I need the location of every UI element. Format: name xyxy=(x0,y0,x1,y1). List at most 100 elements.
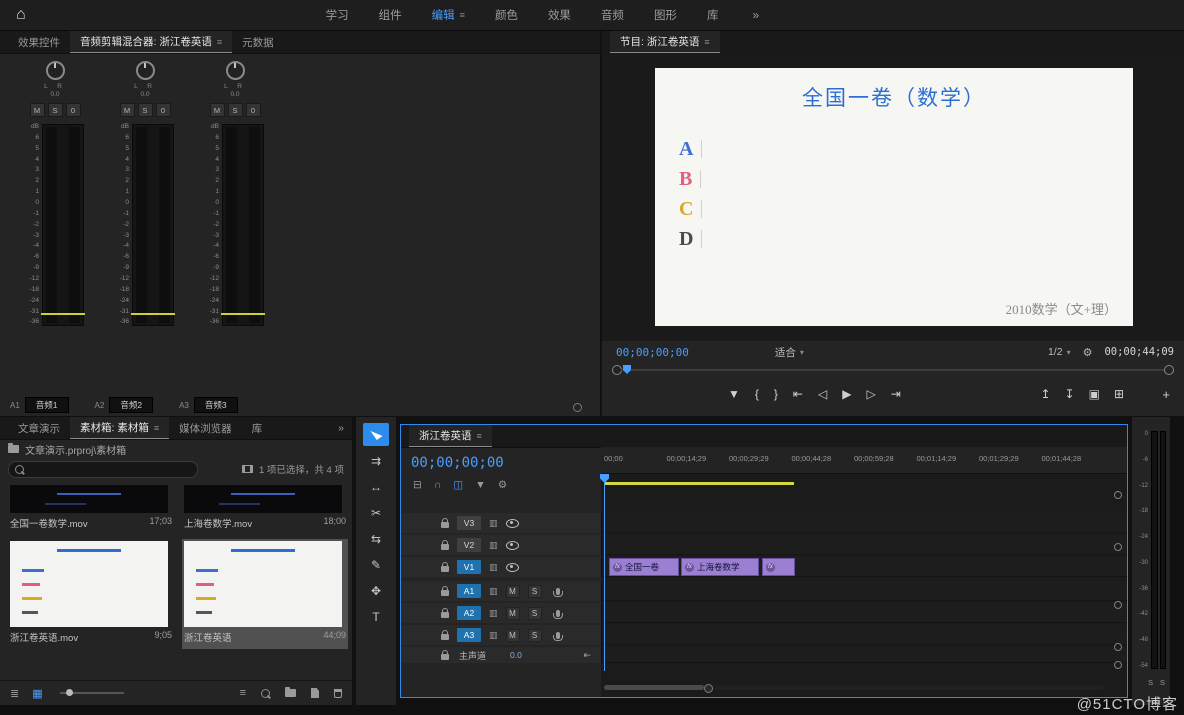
program-current-timecode[interactable]: 00;00;00;00 xyxy=(616,346,689,359)
scrollbar-dot[interactable] xyxy=(1114,643,1122,651)
tab-program-monitor[interactable]: 节目: 浙江卷英语 ≡ xyxy=(610,31,720,53)
go-to-out-button[interactable]: ⇥ xyxy=(891,387,901,401)
bin-item[interactable]: 全国一卷数学.mov 17;03 xyxy=(8,483,174,531)
mute-button[interactable]: M xyxy=(210,103,225,117)
workspace-tab-effects[interactable]: 效果 xyxy=(548,7,571,23)
sort-icons-button[interactable]: ≡ xyxy=(240,687,246,699)
scrollbar-dot[interactable] xyxy=(1114,543,1122,551)
scrollbar-dot[interactable] xyxy=(1114,601,1122,609)
panel-menu-icon[interactable]: ≡ xyxy=(477,431,482,441)
timeline-settings-button[interactable]: ⚙ xyxy=(498,479,507,491)
solo-button[interactable]: S xyxy=(48,103,63,117)
panel-menu-icon[interactable]: ≡ xyxy=(154,423,159,433)
workspace-overflow-icon[interactable]: » xyxy=(752,8,759,22)
lock-icon[interactable] xyxy=(441,522,449,528)
clip-thumbnail[interactable] xyxy=(184,485,342,513)
sync-lock-icon[interactable]: ▥ xyxy=(489,518,498,529)
record-keyframe-button[interactable]: 0 xyxy=(156,103,171,117)
scrollbar-dot[interactable] xyxy=(573,403,582,412)
tab-sequence[interactable]: 浙江卷英语 ≡ xyxy=(409,425,492,447)
tab-effect-controls[interactable]: 效果控件 xyxy=(8,31,70,53)
track-mute-button[interactable]: M xyxy=(506,629,520,642)
zoom-slider-handle[interactable] xyxy=(66,689,73,696)
slip-tool[interactable]: ⇆ xyxy=(363,527,389,550)
volume-fader[interactable]: dB6543210-1-2-3-4-6-9-12-18-24-31-36 xyxy=(116,124,174,326)
pan-knob[interactable] xyxy=(226,61,245,80)
sync-lock-icon[interactable]: ▥ xyxy=(489,630,498,641)
pan-knob[interactable] xyxy=(136,61,155,80)
time-ruler[interactable]: 00;0000;00;14;2900;00;29;2900;00;44;2800… xyxy=(601,447,1127,474)
track-name-button[interactable]: 音频3 xyxy=(194,397,238,413)
snap-button[interactable]: ∩ xyxy=(434,479,442,491)
lift-button[interactable]: ↥ xyxy=(1040,387,1050,401)
horizontal-scrollbar[interactable] xyxy=(604,685,1105,690)
hand-tool[interactable]: ✥ xyxy=(363,579,389,602)
panel-menu-icon[interactable]: ≡ xyxy=(704,37,709,47)
list-view-button[interactable]: ≣ xyxy=(10,687,19,700)
track-name-button[interactable]: 音频1 xyxy=(25,397,69,413)
sync-lock-icon[interactable]: ▥ xyxy=(489,562,498,573)
extract-button[interactable]: ↧ xyxy=(1065,387,1075,401)
tab-metadata[interactable]: 元数据 xyxy=(232,31,284,53)
icon-view-button[interactable]: ▦ xyxy=(32,687,42,700)
search-input[interactable] xyxy=(29,463,173,476)
timeline-current-timecode[interactable]: 00;00;00;00 xyxy=(411,455,504,471)
sync-lock-icon[interactable]: ▥ xyxy=(489,540,498,551)
track-output-eye-icon[interactable] xyxy=(506,563,519,572)
mark-out-button[interactable]: } xyxy=(774,387,778,401)
lock-icon[interactable] xyxy=(441,566,449,572)
workspace-tab-color[interactable]: 颜色 xyxy=(495,7,518,23)
solo-right-button[interactable]: S xyxy=(1160,678,1165,687)
track-target-button[interactable]: V3 xyxy=(457,516,481,530)
playback-resolution-select[interactable]: 1/2 ▾ xyxy=(1048,346,1071,358)
search-box[interactable] xyxy=(8,461,198,478)
bin-item[interactable]: 上海卷数学.mov 18;00 xyxy=(182,483,348,531)
play-button[interactable]: ▶ xyxy=(842,387,851,401)
lock-icon[interactable] xyxy=(441,634,449,640)
voiceover-mic-icon[interactable] xyxy=(556,632,560,639)
scrubber-playhead[interactable] xyxy=(623,365,631,374)
thumbnail-zoom-slider[interactable] xyxy=(60,692,124,694)
voiceover-mic-icon[interactable] xyxy=(556,610,560,617)
scrubber-track[interactable] xyxy=(621,369,1165,371)
track-target-button[interactable]: A1 xyxy=(457,584,481,598)
add-marker-button[interactable]: ▼ xyxy=(475,479,485,491)
step-forward-button[interactable]: ▷ xyxy=(866,387,875,401)
export-frame-button[interactable]: ▣ xyxy=(1089,387,1100,401)
find-button[interactable] xyxy=(261,689,270,698)
workspace-tab-libraries[interactable]: 库 xyxy=(707,7,719,23)
tab-bin[interactable]: 素材箱: 素材箱 ≡ xyxy=(70,417,169,439)
mark-in-button[interactable]: { xyxy=(755,387,759,401)
go-to-in-button[interactable]: ⇤ xyxy=(793,387,803,401)
workspace-tab-learning[interactable]: 学习 xyxy=(326,7,349,23)
scrubber-right-handle[interactable] xyxy=(1164,365,1174,375)
panel-menu-icon[interactable]: ≡ xyxy=(217,37,222,47)
scrollbar-dot[interactable] xyxy=(1114,661,1122,669)
track-name-button[interactable]: 音频2 xyxy=(109,397,153,413)
scrollbar-handle-dot[interactable] xyxy=(704,684,713,693)
sync-lock-icon[interactable]: ▥ xyxy=(489,586,498,597)
voiceover-mic-icon[interactable] xyxy=(556,588,560,595)
clip-thumbnail[interactable] xyxy=(10,485,168,513)
home-icon[interactable]: ⌂ xyxy=(16,6,26,24)
bin-item-selected[interactable]: 浙江卷英语 44;09 xyxy=(182,539,348,649)
workspace-tab-audio[interactable]: 音频 xyxy=(601,7,624,23)
ripple-edit-tool[interactable]: ↔ xyxy=(363,475,389,498)
workspace-menu-icon[interactable]: ≡ xyxy=(460,10,465,20)
audio-track-a3[interactable] xyxy=(601,625,1127,645)
audio-track-a2[interactable] xyxy=(601,603,1127,623)
audio-track-a1[interactable] xyxy=(601,581,1127,601)
zoom-level-select[interactable]: 适合 ▾ xyxy=(775,345,804,360)
solo-button[interactable]: S xyxy=(138,103,153,117)
linked-selection-button[interactable]: ◫ xyxy=(453,479,463,491)
workspace-tab-editing[interactable]: 编辑 ≡ xyxy=(432,7,465,23)
tab-project[interactable]: 文章演示 xyxy=(8,417,70,439)
track-target-button[interactable]: A2 xyxy=(457,606,481,620)
bin-item[interactable]: 浙江卷英语.mov 9;05 xyxy=(8,539,174,649)
volume-fader[interactable]: dB6543210-1-2-3-4-6-9-12-18-24-31-36 xyxy=(206,124,264,326)
type-tool[interactable]: T xyxy=(363,605,389,628)
fader-handle[interactable] xyxy=(41,313,85,315)
mute-button[interactable]: M xyxy=(120,103,135,117)
new-item-button[interactable] xyxy=(311,688,319,698)
master-track[interactable] xyxy=(601,647,1127,663)
